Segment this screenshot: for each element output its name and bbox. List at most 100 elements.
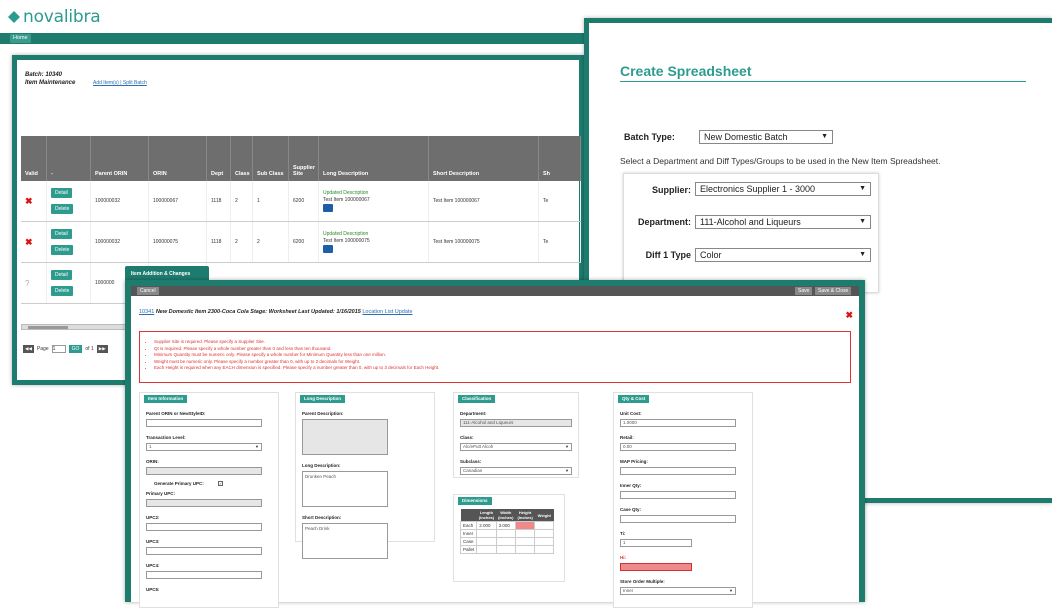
table-row: Case: [459, 537, 555, 546]
store-order-multiple-select[interactable]: Inner ▼: [620, 587, 736, 595]
each-width-input[interactable]: 3.000: [495, 521, 516, 530]
pallet-weight-input[interactable]: [534, 545, 555, 554]
col-supplier-site[interactable]: Supplier Site: [289, 136, 319, 181]
upc4-input[interactable]: [146, 571, 262, 579]
case-qty-input[interactable]: [620, 515, 736, 523]
detail-button[interactable]: Detail: [51, 229, 72, 239]
long-description-textarea[interactable]: Drunken Peach: [302, 471, 388, 507]
unit-cost-input[interactable]: 1.0000: [620, 419, 736, 427]
scroll-thumb[interactable]: [28, 326, 68, 329]
cell-dept: 1118: [207, 222, 231, 262]
upc3-input[interactable]: [146, 547, 262, 555]
edit-icon[interactable]: [323, 245, 333, 253]
table-row: ✖ Detail Delete 100000032 100000075 1118…: [21, 222, 581, 263]
case-width-input[interactable]: [495, 537, 516, 546]
short-description-textarea[interactable]: Peach Drink: [302, 523, 388, 559]
orin-input: [146, 467, 262, 475]
dimensions-table: Length (inches) Width (inches) Height (i…: [459, 509, 555, 554]
cell-long-desc[interactable]: Updated Description Test Item 100000067: [319, 181, 429, 221]
case-weight-input[interactable]: [534, 537, 555, 546]
cell-orin: 100000067: [149, 181, 207, 221]
cancel-button[interactable]: Cancel: [137, 287, 159, 295]
classification-panel: Classification Department: 111-Alcohol a…: [453, 392, 579, 478]
inner-height-input[interactable]: [514, 529, 536, 538]
col-actions[interactable]: -: [47, 136, 91, 181]
go-button[interactable]: GO: [68, 345, 83, 353]
brand-name: novalibra: [23, 7, 101, 27]
retail-input[interactable]: 0.00: [620, 443, 736, 451]
page-count: of 1: [85, 346, 94, 352]
sheet-title: Create Spreadsheet: [620, 63, 752, 79]
col-subclass[interactable]: Sub Class: [253, 136, 289, 181]
pallet-width-input[interactable]: [495, 545, 516, 554]
detail-button[interactable]: Detail: [51, 270, 72, 280]
horizontal-scrollbar[interactable]: [21, 324, 141, 330]
pager: ◀◀ Page 1 GO of 1 ▶▶: [23, 345, 108, 353]
cell-dept: 1118: [207, 181, 231, 221]
detail-button[interactable]: Detail: [51, 188, 72, 198]
item-addition-modal: Item Addition & Changes Cancel Save Save…: [125, 266, 865, 608]
map-pricing-input[interactable]: [620, 467, 736, 475]
delete-button[interactable]: Delete: [51, 245, 74, 255]
col-parent-orin[interactable]: Parent ORIN: [91, 136, 149, 181]
table-row: Each 2.000 3.000: [459, 521, 555, 530]
supplier-select[interactable]: Electronics Supplier 1 - 3000 ▼: [695, 182, 871, 196]
inner-width-input[interactable]: [495, 529, 516, 538]
batch-link[interactable]: 10341: [139, 309, 154, 315]
col-short-desc[interactable]: Short Description: [429, 136, 539, 181]
generate-upc-checkbox[interactable]: ✓: [218, 481, 223, 486]
page-input[interactable]: 1: [51, 345, 66, 353]
inner-length-input[interactable]: [476, 529, 497, 538]
col-sh[interactable]: Sh: [539, 136, 581, 181]
col-valid[interactable]: Valid: [21, 136, 47, 181]
modal-toolbar: Cancel Save Save & Close: [131, 286, 859, 296]
diff1-type-select[interactable]: Color ▼: [695, 248, 871, 262]
home-nav-button[interactable]: Home: [10, 34, 31, 43]
cell-class: 2: [231, 181, 253, 221]
diff1-type-label: Diff 1 Type: [645, 250, 691, 260]
hi-input[interactable]: [620, 563, 692, 571]
qty-cost-panel: Qty & Cost Unit Cost: 1.0000 Retail: 0.0…: [613, 392, 753, 608]
dept-input: 111-Alcohol and Liqueurs: [460, 419, 572, 427]
batch-type-select[interactable]: New Domestic Batch ▼: [699, 130, 833, 144]
col-class[interactable]: Class: [231, 136, 253, 181]
location-list-link[interactable]: Location List Update: [362, 309, 412, 315]
department-select[interactable]: 111-Alcohol and Liqueurs ▼: [695, 215, 871, 229]
last-page-button[interactable]: ▶▶: [96, 345, 108, 353]
each-length-input[interactable]: 2.000: [476, 521, 497, 530]
subclass-select[interactable]: Canadian ▼: [460, 467, 572, 475]
first-page-button[interactable]: ◀◀: [23, 345, 34, 353]
transaction-level-select[interactable]: 1 ▼: [146, 443, 262, 451]
grid-header: Valid - Parent ORIN ORIN Dept Class Sub …: [21, 136, 581, 181]
ti-input[interactable]: 1: [620, 539, 692, 547]
col-dept[interactable]: Dept: [207, 136, 231, 181]
inner-qty-input[interactable]: [620, 491, 736, 499]
case-height-input[interactable]: [514, 537, 536, 546]
class-select[interactable]: Alc/ePutt Alcoh ▼: [460, 443, 572, 451]
department-label: Department:: [637, 217, 691, 227]
delete-button[interactable]: Delete: [51, 204, 74, 214]
pallet-height-input[interactable]: [514, 545, 536, 554]
cell-short-desc: Test Item 100000075: [429, 222, 539, 262]
edit-icon[interactable]: [323, 204, 333, 212]
chevron-down-icon: ▼: [859, 185, 866, 192]
each-height-input[interactable]: [514, 521, 536, 530]
upc2-input[interactable]: [146, 523, 262, 531]
table-row: Pallet: [459, 545, 555, 554]
close-icon[interactable]: ✖: [845, 310, 853, 321]
save-close-button[interactable]: Save & Close: [815, 287, 852, 295]
delete-button[interactable]: Delete: [51, 286, 74, 296]
inner-weight-input[interactable]: [534, 529, 555, 538]
batch-links[interactable]: Add Item(s) | Split Batch: [93, 80, 147, 86]
classification-header: Classification: [458, 395, 496, 403]
parent-orin-input[interactable]: [146, 419, 262, 427]
col-orin[interactable]: ORIN: [149, 136, 207, 181]
each-weight-input[interactable]: [534, 521, 555, 530]
cell-long-desc[interactable]: Updated Description Test Item 100000075: [319, 222, 429, 262]
chevron-down-icon: ▼: [565, 444, 569, 449]
col-long-desc[interactable]: Long Description: [319, 136, 429, 181]
long-desc-header: Long Description: [300, 395, 345, 403]
pallet-length-input[interactable]: [476, 545, 497, 554]
save-button[interactable]: Save: [795, 287, 813, 295]
case-length-input[interactable]: [476, 537, 497, 546]
